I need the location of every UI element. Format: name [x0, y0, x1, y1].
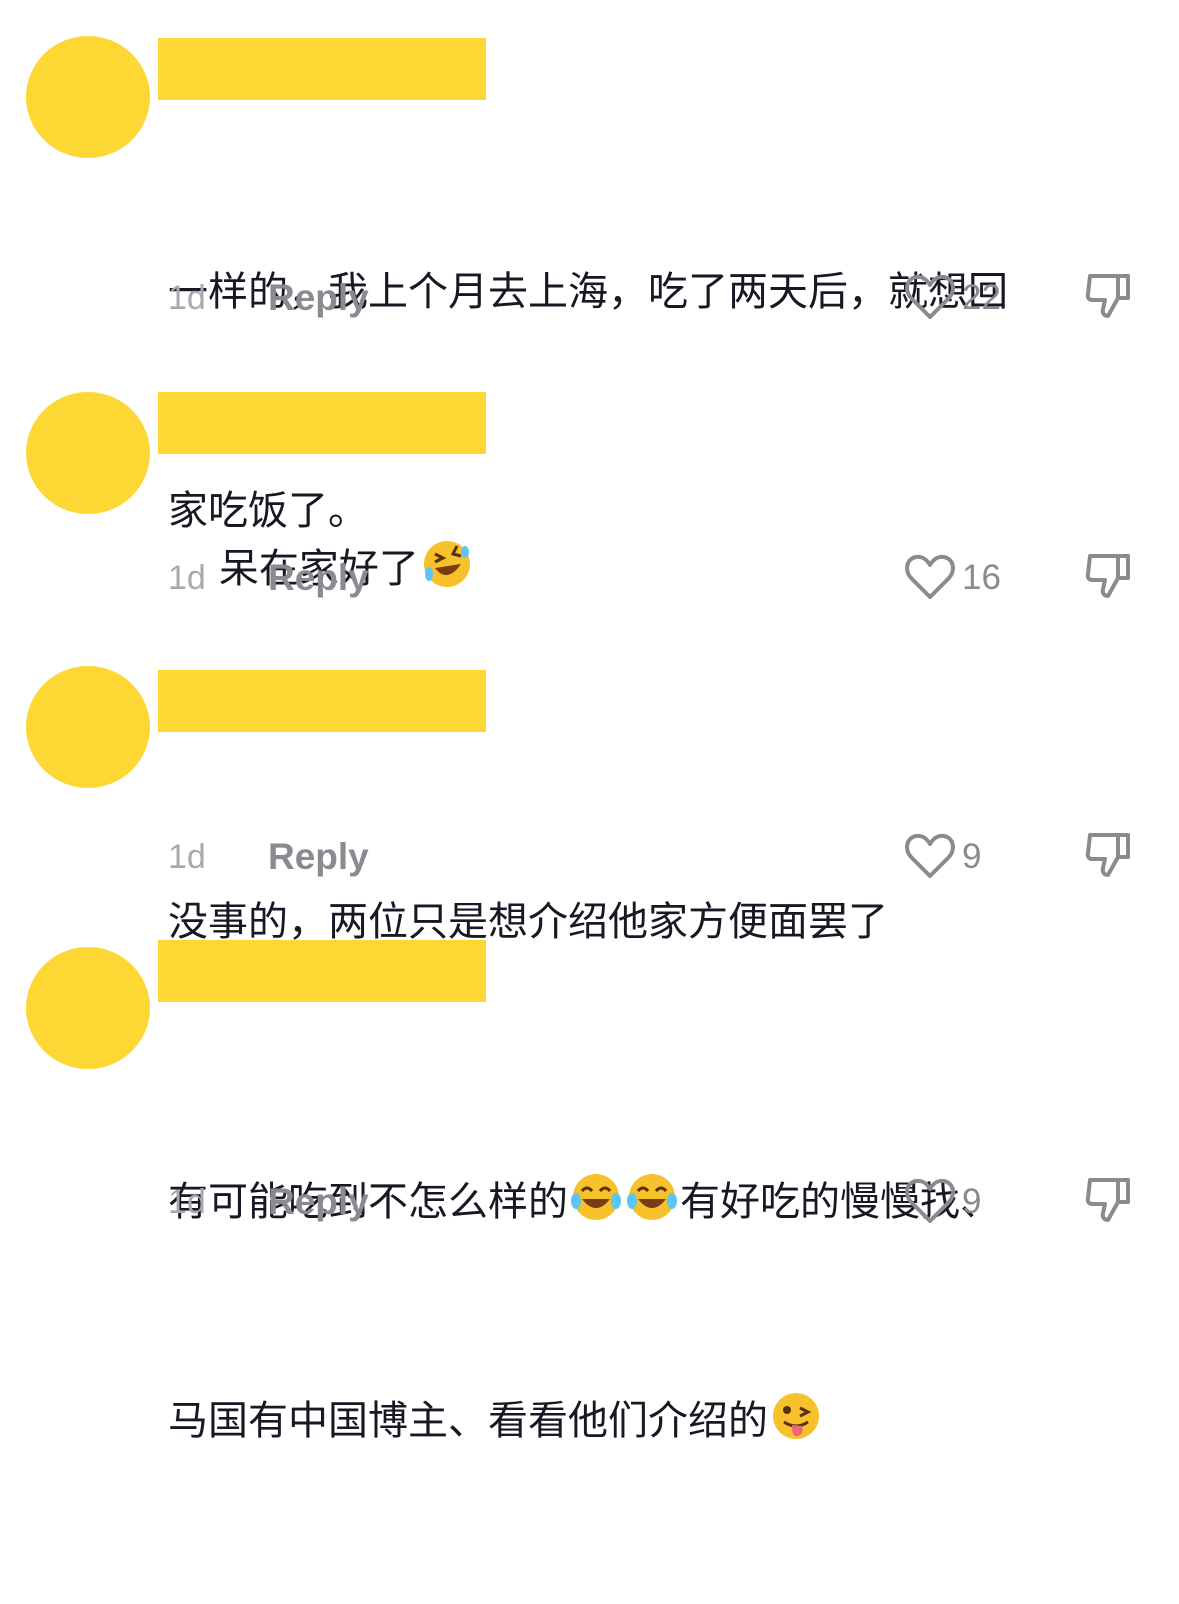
- avatar[interactable]: [26, 947, 150, 1069]
- timestamp: 1d: [168, 838, 206, 876]
- avatar[interactable]: [26, 666, 150, 788]
- like-count: 9: [962, 837, 982, 876]
- comment-actions: 1d Reply 9: [0, 827, 1179, 887]
- thumbs-down-icon[interactable]: [1084, 270, 1132, 322]
- heart-outline-icon[interactable]: [904, 273, 956, 321]
- like-count: 9: [962, 1182, 982, 1221]
- username-redacted[interactable]: [158, 940, 486, 1002]
- timestamp: 1d: [168, 1183, 206, 1221]
- like-count: 16: [962, 558, 1001, 597]
- username-redacted[interactable]: [158, 670, 486, 732]
- reply-button[interactable]: Reply: [268, 548, 369, 608]
- username-redacted[interactable]: [158, 392, 486, 454]
- timestamp: 1d: [168, 559, 206, 597]
- reply-button[interactable]: Reply: [268, 1172, 369, 1232]
- comment-actions: 1d Reply 16: [0, 548, 1179, 608]
- avatar[interactable]: [26, 36, 150, 158]
- reply-button[interactable]: Reply: [268, 268, 369, 328]
- comment-actions: 1d Reply 9: [0, 1172, 1179, 1232]
- thumbs-down-icon[interactable]: [1084, 550, 1132, 602]
- thumbs-down-icon[interactable]: [1084, 1174, 1132, 1226]
- thumbs-down-icon[interactable]: [1084, 829, 1132, 881]
- comment-text: 有可能吃到不怎么样的 有好吃的慢慢找、 马国有中国博主、看看他们介绍的: [168, 1020, 1128, 1604]
- comment-line: 马国有中国博主、看看他们介绍的: [168, 1385, 1128, 1458]
- comment-text-segment: 马国有中国博主、看看他们介绍的: [168, 1398, 768, 1444]
- like-count: 22: [962, 278, 1001, 317]
- heart-outline-icon[interactable]: [904, 553, 956, 601]
- timestamp: 1d: [168, 279, 206, 317]
- heart-outline-icon[interactable]: [904, 832, 956, 880]
- heart-outline-icon[interactable]: [904, 1177, 956, 1225]
- username-redacted[interactable]: [158, 38, 486, 100]
- avatar[interactable]: [26, 392, 150, 514]
- comment-actions: 1d Reply 22: [0, 268, 1179, 328]
- reply-button[interactable]: Reply: [268, 827, 369, 887]
- zany-tongue-emoji: [773, 1393, 819, 1439]
